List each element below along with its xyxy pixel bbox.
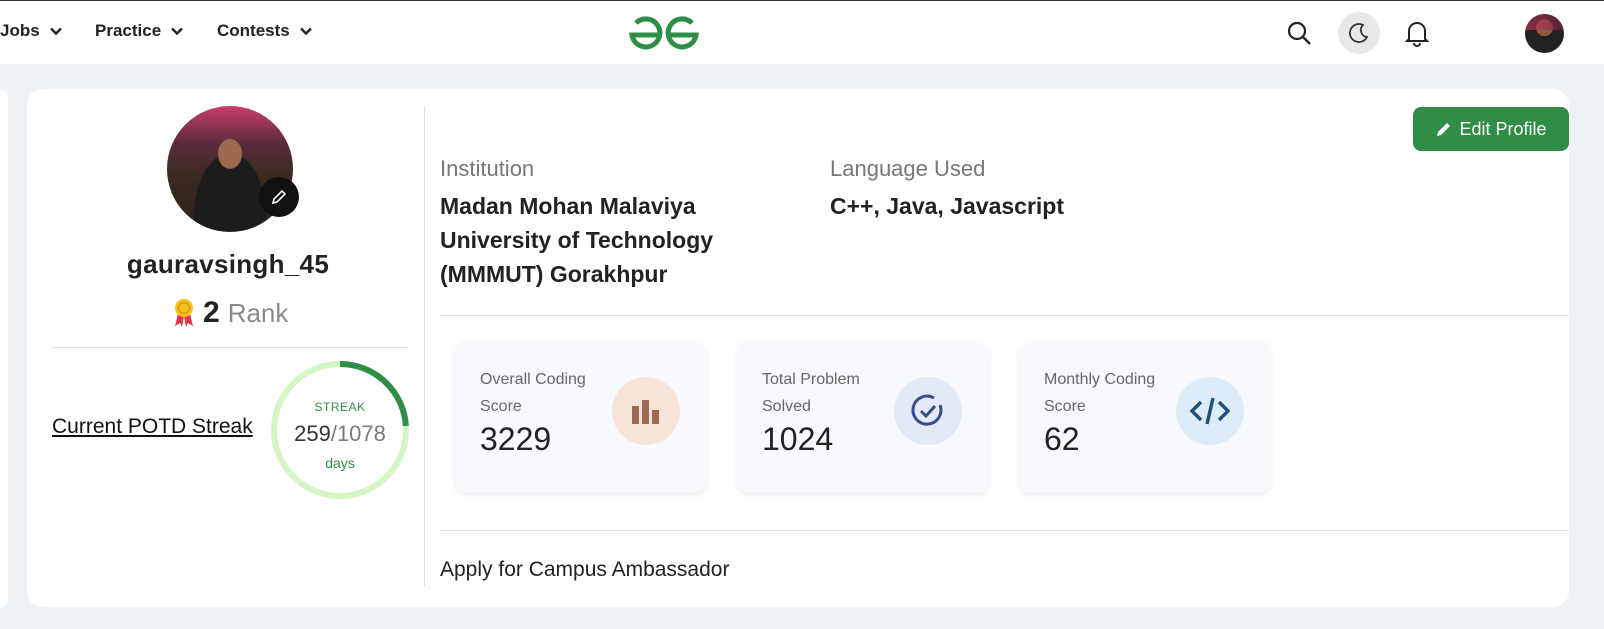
side-panel-edge xyxy=(0,90,8,608)
streak-total: /1078 xyxy=(330,421,386,446)
rank-row: 2 Rank xyxy=(173,296,288,330)
username: gauravsingh_45 xyxy=(126,249,330,279)
nav-practice-label: Practice xyxy=(95,21,162,40)
potd-streak-link[interactable]: Current POTD Streak xyxy=(52,415,253,439)
stat-value: 62 xyxy=(1044,421,1080,457)
stat-title: Monthly Coding Score xyxy=(1044,371,1156,415)
chevron-down-icon xyxy=(171,27,184,36)
nav-contests-menu[interactable]: Contests xyxy=(217,21,312,41)
moon-icon xyxy=(1349,23,1369,43)
divider xyxy=(52,347,409,348)
bell-icon xyxy=(1404,22,1430,47)
rank-value: 2 xyxy=(203,296,220,329)
check-circle-icon xyxy=(894,377,962,445)
campus-ambassador-link[interactable]: Apply for Campus Ambassador xyxy=(440,558,729,582)
bar-chart-icon xyxy=(612,377,680,445)
edit-profile-label: Edit Profile xyxy=(1459,118,1547,139)
streak-current: 259 xyxy=(294,421,331,446)
language-label: Language Used xyxy=(830,156,986,181)
stat-card-overall-score: Overall Coding Score 3229 xyxy=(455,341,707,493)
rank-medal-icon xyxy=(175,299,193,327)
edit-profile-button[interactable]: Edit Profile xyxy=(1413,107,1569,151)
pencil-icon xyxy=(271,189,287,205)
code-icon xyxy=(1176,377,1244,445)
nav-contests-label: Contests xyxy=(217,21,290,40)
streak-value: 259/1078 xyxy=(269,421,411,447)
streak-unit: days xyxy=(325,455,355,471)
vertical-divider xyxy=(424,106,425,586)
institution-line: (MMMUT) Gorakhpur xyxy=(440,261,668,287)
nav-jobs-menu[interactable]: Jobs xyxy=(0,21,62,41)
divider xyxy=(440,315,1569,316)
notifications-button[interactable] xyxy=(1396,12,1438,54)
divider xyxy=(440,530,1569,531)
nav-jobs-label: Jobs xyxy=(0,21,40,40)
search-icon xyxy=(1287,21,1311,45)
rank-label: Rank xyxy=(227,297,289,328)
stat-value: 1024 xyxy=(762,421,834,457)
language-value: C++, Java, Javascript xyxy=(830,193,1064,219)
pencil-icon xyxy=(1437,123,1451,136)
stat-card-monthly-score: Monthly Coding Score 62 xyxy=(1019,341,1271,493)
institution-line: Madan Mohan Malaviya xyxy=(440,193,696,219)
stat-value: 3229 xyxy=(480,421,552,457)
site-logo[interactable] xyxy=(626,13,702,53)
stat-title: Overall Coding Score xyxy=(480,371,586,415)
institution-value: Madan Mohan Malaviya University of Techn… xyxy=(440,189,713,291)
chevron-down-icon xyxy=(49,27,62,36)
institution-label: Institution xyxy=(440,156,535,181)
institution-line: University of Technology xyxy=(440,227,714,253)
nav-practice-menu[interactable]: Practice xyxy=(95,21,184,41)
user-avatar-menu[interactable] xyxy=(1525,14,1564,53)
stat-card-problems-solved: Total Problem Solved 1024 xyxy=(737,341,989,493)
chevron-down-icon xyxy=(299,27,312,36)
streak-label: STREAK xyxy=(314,400,366,414)
edit-avatar-button[interactable] xyxy=(259,177,299,217)
top-nav-bar: Jobs Practice Contests xyxy=(0,0,1604,64)
stat-title: Total Problem Solved xyxy=(762,371,860,415)
dark-mode-toggle[interactable] xyxy=(1338,12,1380,54)
search-button[interactable] xyxy=(1278,12,1320,54)
